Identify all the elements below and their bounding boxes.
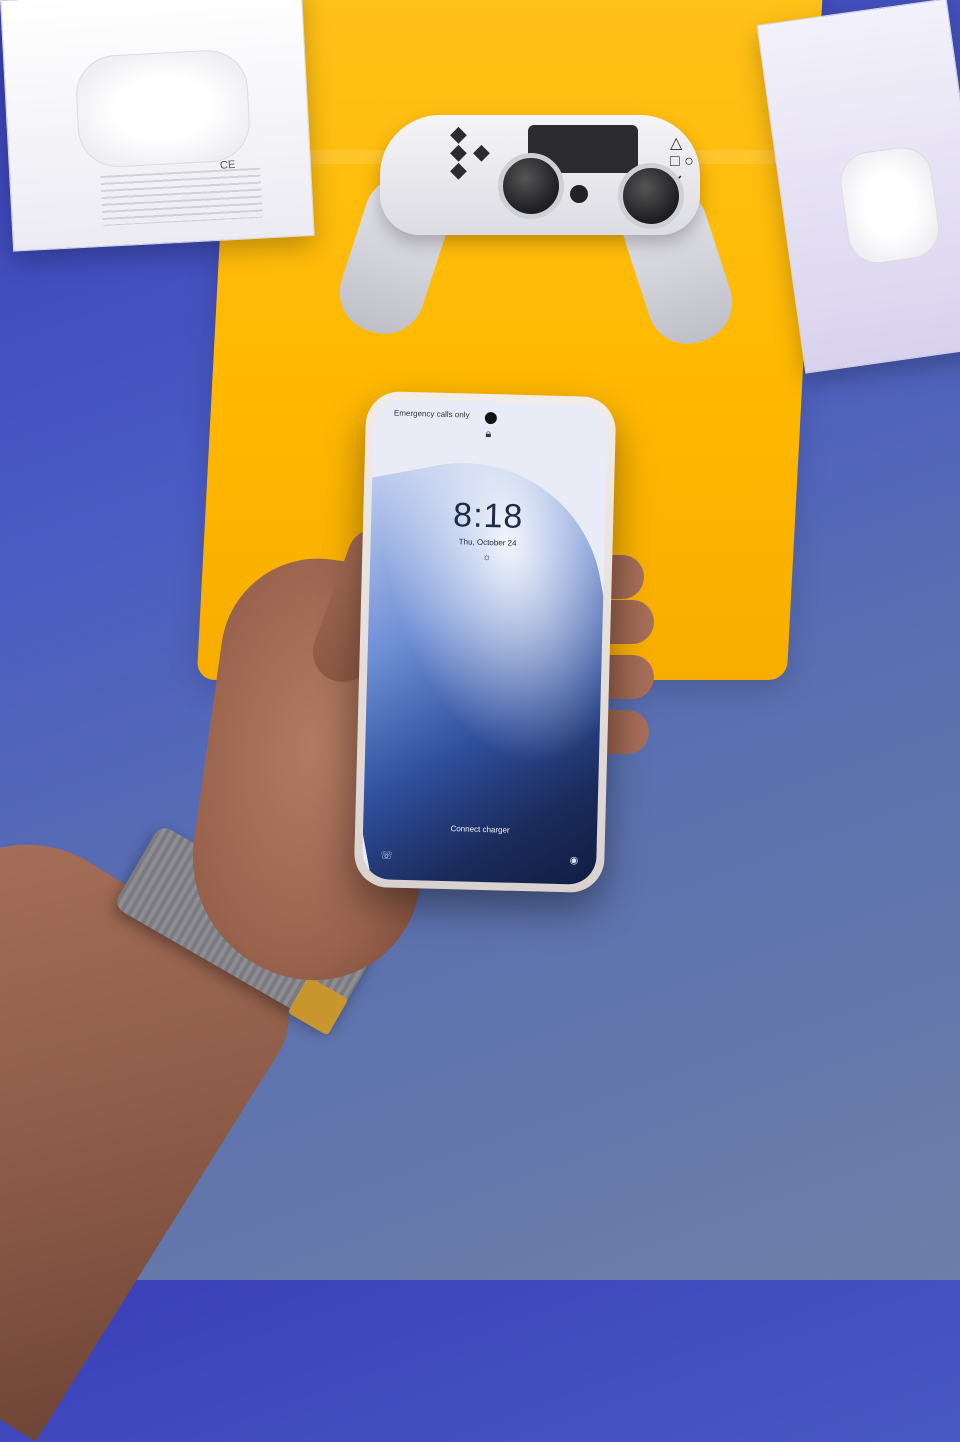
controller-body: ◆◆ ◆◆ △□ ○✕ [380, 115, 700, 235]
smartphone: Emergency calls only 🔒︎ 8:18 Thu, Octobe… [353, 390, 617, 894]
right-stick [618, 163, 684, 229]
weather-icon: ☼ [482, 551, 492, 564]
dpad-icon: ◆ ◆ ◆ ◆ [450, 121, 490, 182]
airpods-case-image [74, 48, 252, 170]
ps-button [570, 185, 588, 203]
ce-mark: CE [219, 158, 236, 172]
airpods-earbud-image [836, 143, 944, 268]
camera-punch-hole [484, 411, 498, 425]
phone-icon[interactable]: ☏ [380, 850, 393, 861]
left-stick [498, 153, 564, 219]
photo-scene: CE ◆◆ ◆◆ △□ ○✕ Emergency calls only 🔒︎ 8… [0, 0, 960, 1442]
lock-clock: 8:18 [452, 496, 524, 536]
game-controller: ◆◆ ◆◆ △□ ○✕ [329, 95, 743, 355]
lock-icon: 🔒︎ [485, 427, 492, 441]
airpods-box-left: CE [0, 0, 315, 252]
box-fine-print [100, 167, 263, 226]
lock-screen[interactable]: Emergency calls only 🔒︎ 8:18 Thu, Octobe… [361, 399, 609, 885]
status-carrier: Emergency calls only [393, 408, 470, 420]
camera-icon[interactable]: ◉ [569, 855, 578, 866]
